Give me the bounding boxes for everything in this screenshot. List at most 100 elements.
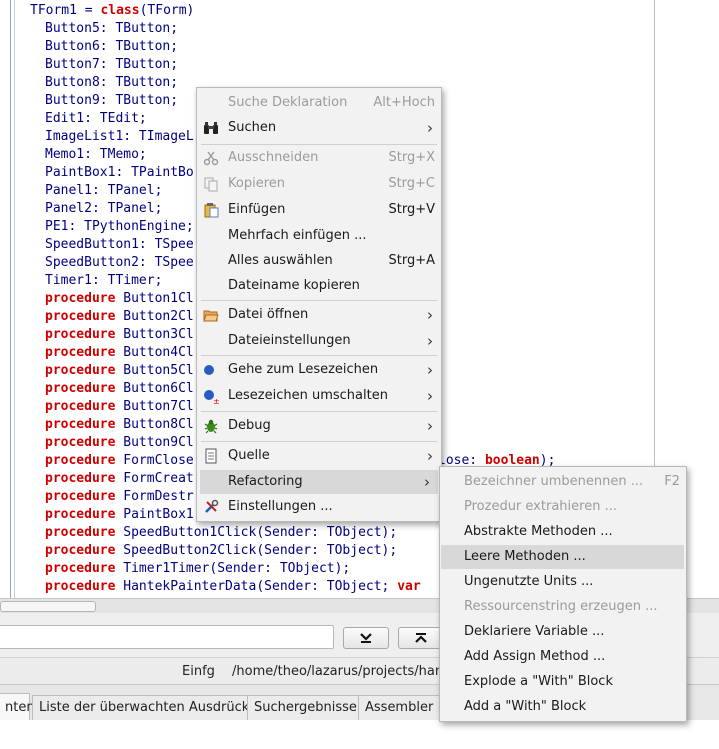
code-token: PaintBox1 (115, 507, 194, 522)
menu-item-unused-units[interactable]: Ungenutzte Units ... (440, 570, 686, 594)
code-token: SpeedButton1: TSpee (45, 237, 194, 252)
binoculars-icon (204, 122, 218, 134)
gutter-fold-line-inner (14, 0, 15, 598)
menu-item-find-declaration[interactable]: Suche Deklaration Alt+Hoch (197, 91, 441, 115)
code-keyword: procedure (45, 345, 116, 360)
code-token: FormClose (115, 453, 194, 468)
editor-context-menu: Suche Deklaration Alt+Hoch Suchen › Auss… (196, 87, 442, 522)
refactoring-submenu: Bezeichner umbenennen ... F2 Prozedur ex… (439, 466, 687, 722)
arrow-down-to-bar-icon (360, 633, 372, 643)
code-keyword: procedure (45, 453, 116, 468)
code-keyword: var (397, 579, 421, 594)
code-token: Button4Cl (115, 345, 194, 360)
menu-item-rename-identifier[interactable]: Bezeichner umbenennen ... F2 (440, 470, 686, 494)
chevron-right-icon: › (427, 119, 433, 137)
menu-item-toggle-bookmark[interactable]: ± Lesezeichen umschalten › (197, 384, 441, 408)
menu-separator (201, 144, 437, 145)
chevron-right-icon: › (427, 332, 433, 350)
menu-item-file-settings[interactable]: Dateieinstellungen › (197, 329, 441, 353)
bookmark-icon (204, 365, 214, 375)
code-token: (TForm) (139, 3, 195, 18)
menu-item-paste[interactable]: Einfügen Strg+V (197, 198, 441, 222)
tab-assembler[interactable]: Assembler (358, 695, 441, 720)
scrollbar-thumb[interactable] (0, 601, 96, 612)
code-keyword: procedure (45, 579, 116, 594)
code-keyword: procedure (45, 309, 116, 324)
menu-item-make-resourcestring[interactable]: Ressourcenstring erzeugen ... (440, 595, 686, 619)
code-token: Button5Cl (115, 363, 194, 378)
code-keyword: procedure (45, 291, 116, 306)
menu-item-debug[interactable]: Debug › (197, 414, 441, 438)
menu-item-copy[interactable]: Kopieren Strg+C (197, 172, 441, 196)
code-line: procedure SpeedButton2Click(Sender: TObj… (30, 542, 421, 560)
code-line: Button6: TButton; (30, 38, 421, 56)
copy-icon (204, 177, 218, 192)
code-token: Button1Cl (115, 291, 194, 306)
menu-separator (201, 300, 437, 301)
code-token: Button2Cl (115, 309, 194, 324)
code-keyword: procedure (45, 543, 116, 558)
menu-item-multi-paste[interactable]: Mehrfach einfügen ... (197, 224, 441, 248)
code-token: SpeedButton2Click(Sender: TObject); (115, 543, 398, 558)
chevron-right-icon: › (427, 447, 433, 465)
code-token: Button5: TButton; (45, 21, 179, 36)
chevron-right-icon: › (427, 387, 433, 405)
code-line: TForm1 = class(TForm) (30, 2, 421, 20)
menu-item-copy-filename[interactable]: Dateiname kopieren (197, 274, 441, 298)
menu-item-declare-variable[interactable]: Deklariere Variable ... (440, 620, 686, 644)
code-keyword: procedure (45, 471, 116, 486)
code-token: Button3Cl (115, 327, 194, 342)
menu-item-settings[interactable]: Einstellungen ... (197, 495, 441, 519)
gutter-fold-line (10, 0, 11, 598)
code-keyword: procedure (45, 417, 116, 432)
code-line: procedure HantekPainterData(Sender: TObj… (30, 578, 421, 596)
find-next-button[interactable] (343, 627, 389, 649)
svg-text:±: ± (213, 397, 219, 404)
code-token: PE1: TPythonEngine; (45, 219, 194, 234)
chevron-right-icon: › (424, 473, 430, 491)
tab-watch-list[interactable]: Liste der überwachten Ausdrücke (32, 695, 264, 720)
code-line: Button5: TButton; (30, 20, 421, 38)
code-token: Panel2: TPanel; (45, 201, 163, 216)
code-keyword: procedure (45, 363, 116, 378)
code-keyword: procedure (45, 525, 116, 540)
menu-item-search[interactable]: Suchen › (197, 116, 441, 140)
code-line: procedure SpeedButton1Click(Sender: TObj… (30, 524, 421, 542)
code-token: Panel1: TPanel; (45, 183, 163, 198)
tab-messages[interactable]: nten (0, 693, 35, 721)
tab-search-results[interactable]: Suchergebnisse (247, 695, 364, 720)
find-previous-button[interactable] (398, 627, 444, 649)
code-keyword: procedure (45, 435, 116, 450)
menu-item-cut[interactable]: Ausschneiden Strg+X (197, 146, 441, 170)
code-token: Button6: TButton; (45, 39, 179, 54)
menu-item-add-with-block[interactable]: Add a "With" Block (440, 695, 686, 719)
menu-item-abstract-methods[interactable]: Abstrakte Methoden ... (440, 520, 686, 544)
insert-mode-indicator: Einfg (182, 664, 215, 679)
find-input[interactable] (0, 625, 334, 649)
paste-icon (204, 203, 219, 218)
code-token: Edit1: TEdit; (45, 111, 147, 126)
menu-item-select-all[interactable]: Alles auswählen Strg+A (197, 249, 441, 273)
menu-item-extract-procedure[interactable]: Prozedur extrahieren ... (440, 495, 686, 519)
menu-item-source[interactable]: Quelle › (197, 444, 441, 468)
source-file-icon (205, 448, 217, 464)
code-token: SpeedButton2: TSpee (45, 255, 194, 270)
code-token: FormCreat (115, 471, 194, 486)
code-token: Button8: TButton; (45, 75, 179, 90)
bookmark-toggle-icon: ± (204, 390, 219, 404)
menu-item-goto-bookmark[interactable]: Gehe zum Lesezeichen › (197, 358, 441, 382)
code-token: Button9Cl (115, 435, 194, 450)
code-token: Timer1Timer(Sender: TObject); (115, 561, 351, 576)
menu-item-empty-methods[interactable]: Leere Methoden ... (441, 545, 684, 569)
code-token: TForm1 = (30, 3, 101, 18)
menu-item-refactoring[interactable]: Refactoring › (200, 470, 438, 494)
code-keyword: procedure (45, 507, 116, 522)
folder-open-icon (203, 310, 219, 322)
code-token: Button6Cl (115, 381, 194, 396)
chevron-right-icon: › (427, 417, 433, 435)
menu-item-explode-with-block[interactable]: Explode a "With" Block (440, 670, 686, 694)
menu-item-open-file[interactable]: Datei öffnen › (197, 303, 441, 327)
menu-item-add-assign-method[interactable]: Add Assign Method ... (440, 645, 686, 669)
code-token: Button9: TButton; (45, 93, 179, 108)
code-token: PaintBox1: TPaintBo (45, 165, 194, 180)
